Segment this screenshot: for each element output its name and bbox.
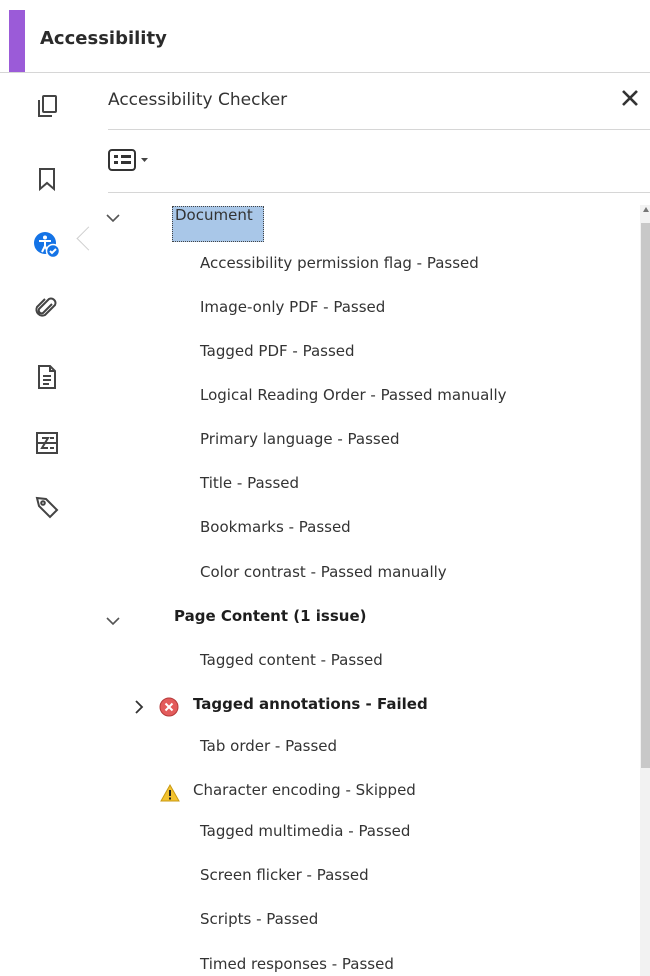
- tree-group-page-content[interactable]: Page Content (1 issue): [174, 607, 366, 625]
- header-accent-bar: [9, 10, 25, 72]
- collapse-document-chevron[interactable]: [104, 209, 122, 227]
- close-icon: [622, 90, 638, 106]
- pages-icon[interactable]: [33, 92, 61, 120]
- tree-item[interactable]: Tagged PDF - Passed: [200, 342, 355, 360]
- warning-icon: [160, 783, 180, 803]
- tools-rail: [9, 73, 101, 976]
- accessibility-icon[interactable]: [33, 231, 61, 259]
- attachment-icon[interactable]: [33, 295, 61, 323]
- tree-item[interactable]: Scripts - Passed: [200, 910, 318, 928]
- bookmark-icon[interactable]: [33, 165, 61, 193]
- tree-item[interactable]: Tab order - Passed: [200, 737, 337, 755]
- divider: [108, 192, 650, 193]
- options-button[interactable]: [108, 148, 164, 172]
- tree-item[interactable]: Title - Passed: [200, 474, 299, 492]
- close-button[interactable]: [616, 84, 644, 112]
- tree-item[interactable]: Screen flicker - Passed: [200, 866, 369, 884]
- panel-title: Accessibility Checker: [108, 90, 288, 110]
- tree-item[interactable]: Bookmarks - Passed: [200, 518, 351, 536]
- compare-icon[interactable]: [33, 429, 61, 457]
- chevron-down-icon: [106, 617, 120, 626]
- tree-item[interactable]: Image-only PDF - Passed: [200, 298, 385, 316]
- document-icon[interactable]: [33, 363, 61, 391]
- tree-item[interactable]: Logical Reading Order - Passed manually: [200, 386, 507, 404]
- divider: [108, 129, 650, 130]
- tree-item[interactable]: Color contrast - Passed manually: [200, 563, 447, 581]
- chevron-right-icon: [135, 700, 144, 714]
- scrollbar-thumb[interactable]: [641, 223, 650, 768]
- tag-icon[interactable]: [33, 493, 61, 521]
- tree-item[interactable]: Tagged content - Passed: [200, 651, 383, 669]
- expand-tagged-annotations-chevron[interactable]: [130, 698, 148, 716]
- chevron-down-icon: [106, 214, 120, 223]
- scroll-up-arrow[interactable]: [643, 207, 649, 212]
- active-tool-pointer: [76, 226, 101, 251]
- tree-item[interactable]: Primary language - Passed: [200, 430, 399, 448]
- tree-item-skipped[interactable]: Character encoding - Skipped: [193, 781, 416, 799]
- tree-item[interactable]: Timed responses - Passed: [200, 955, 394, 973]
- tree-item-failed[interactable]: Tagged annotations - Failed: [193, 695, 428, 713]
- header-title: Accessibility: [40, 28, 167, 49]
- failed-icon: [159, 697, 179, 717]
- list-options-icon: [108, 149, 148, 171]
- collapse-page-content-chevron[interactable]: [104, 612, 122, 630]
- tree-item[interactable]: Tagged multimedia - Passed: [200, 822, 410, 840]
- tree-group-document[interactable]: Document: [175, 206, 253, 224]
- tree-item[interactable]: Accessibility permission flag - Passed: [200, 254, 479, 272]
